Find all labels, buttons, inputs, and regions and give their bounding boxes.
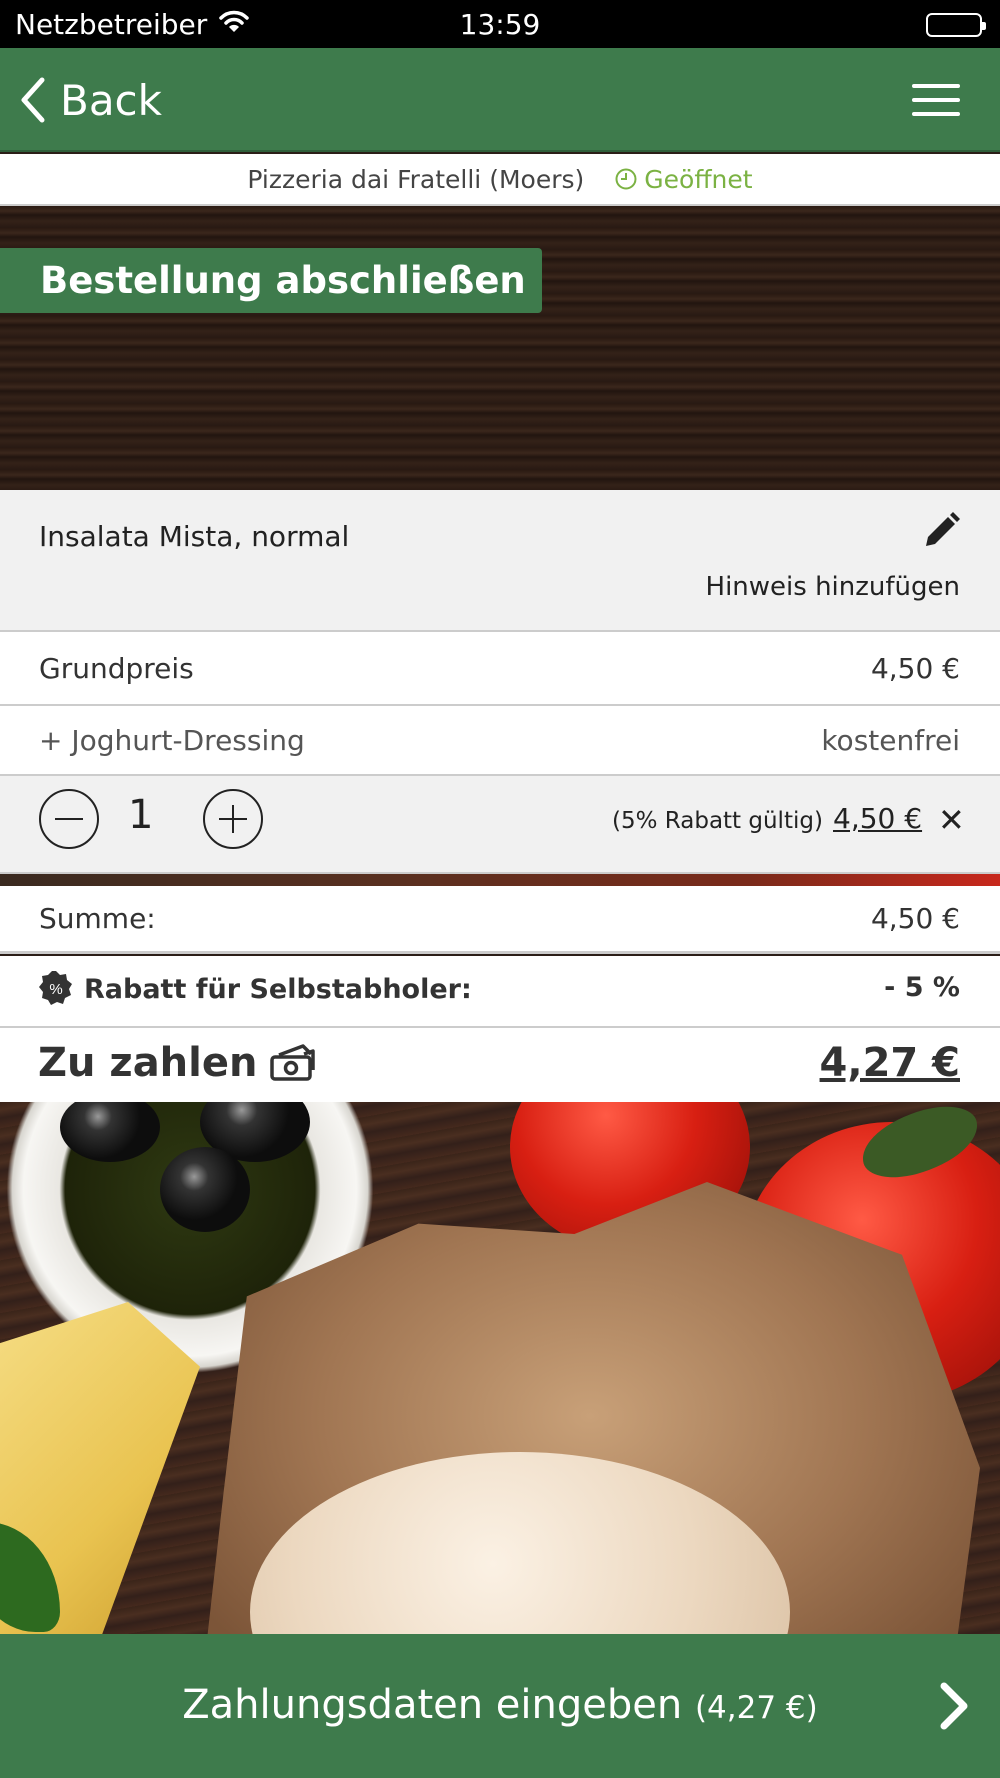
add-hint-button[interactable]: Hinweis hinzufügen — [706, 572, 960, 602]
back-button[interactable]: Back — [18, 74, 162, 126]
open-status-label: Geöffnet — [644, 164, 753, 194]
restaurant-name: Pizzeria dai Fratelli (Moers) — [247, 164, 585, 194]
restaurant-info-bar: Pizzeria dai Fratelli (Moers) Geöffnet — [0, 154, 1000, 206]
percent-badge-icon: % — [39, 971, 72, 1005]
amount-due-label-group: Zu zahlen — [38, 1040, 317, 1086]
clock-icon — [615, 168, 637, 190]
enter-payment-text: Zahlungsdaten eingeben (4,27 €) — [0, 1682, 1000, 1728]
enter-payment-button[interactable]: Zahlungsdaten eingeben (4,27 €) — [0, 1634, 1000, 1778]
enter-payment-label: Zahlungsdaten eingeben — [182, 1682, 683, 1728]
discount-label: Rabatt für Selbstabholer: — [84, 974, 472, 1005]
sum-label: Summe: — [39, 902, 156, 935]
discount-row: % Rabatt für Selbstabholer: - 5 % — [0, 956, 1000, 1028]
open-status: Geöffnet — [614, 164, 753, 194]
amount-due-label: Zu zahlen — [38, 1040, 258, 1086]
decrease-quantity-button[interactable] — [39, 789, 99, 849]
cash-icon — [270, 1044, 316, 1081]
pencil-icon[interactable] — [920, 510, 962, 552]
discount-note: (5% Rabatt gültig) — [612, 808, 823, 834]
sum-value: 4,50 € — [870, 902, 960, 935]
sum-row: Summe: 4,50 € — [0, 886, 1000, 954]
amount-due-value: 4,27 € — [819, 1040, 960, 1086]
battery-icon — [926, 13, 986, 37]
enter-payment-amount: (4,27 €) — [694, 1690, 818, 1726]
discount-value: - 5 % — [884, 972, 960, 1003]
order-item-name: Insalata Mista, normal — [39, 520, 350, 553]
base-price-value: 4,50 € — [870, 652, 960, 685]
extra-label: + Joghurt-Dressing — [39, 724, 305, 757]
hamburger-icon[interactable] — [908, 80, 962, 120]
quantity-count: 1 — [128, 792, 154, 838]
quantity-row: 1 (5% Rabatt gültig) 4,50 € ✕ — [0, 776, 1000, 874]
back-label: Back — [60, 75, 162, 125]
chevron-left-icon — [21, 77, 45, 123]
chevron-right-icon — [940, 1682, 968, 1730]
amount-due-row: Zu zahlen 4,27 € — [0, 1028, 1000, 1102]
base-price-label: Grundpreis — [39, 652, 194, 685]
background-strip — [0, 874, 1000, 886]
status-bar: Netzbetreiber 13:59 — [0, 0, 1000, 48]
food-background-image — [0, 1102, 1000, 1634]
increase-quantity-button[interactable] — [203, 789, 263, 849]
status-time: 13:59 — [459, 8, 541, 41]
item-total: 4,50 € — [833, 802, 923, 835]
page-title: Bestellung abschließen — [0, 248, 542, 313]
extra-value: kostenfrei — [821, 724, 960, 757]
extra-row: + Joghurt-Dressing kostenfrei — [0, 706, 1000, 776]
base-price-row: Grundpreis 4,50 € — [0, 632, 1000, 706]
percent-badge-text: % — [49, 981, 62, 998]
remove-item-icon[interactable]: ✕ — [938, 804, 965, 836]
navigation-bar: Back — [0, 48, 1000, 152]
order-item: Insalata Mista, normal Hinweis hinzufüge… — [0, 490, 1000, 632]
